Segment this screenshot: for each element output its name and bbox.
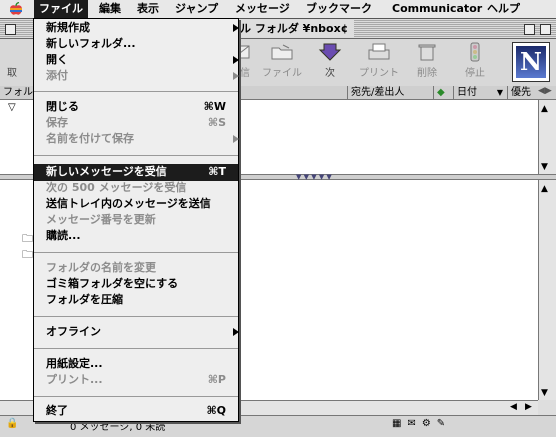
netscape-logo[interactable]: N (512, 42, 550, 82)
menu-item-quit[interactable]: 終了 ⌘Q (46, 403, 234, 419)
menu-item-compress-folder[interactable]: フォルダを圧縮 (46, 292, 123, 308)
scroll-right-arrow-icon[interactable]: ▶ (525, 402, 532, 412)
window-title: ル フォルダ ¥nbox¢ (234, 20, 355, 37)
zoom-box-icon[interactable] (524, 24, 535, 35)
menu-item-close[interactable]: 閉じる ⌘W (46, 99, 234, 115)
toolbar-print-button[interactable]: プリント (353, 42, 405, 79)
toolbar-stop-button[interactable]: 停止 (449, 42, 501, 79)
menu-item-empty-trash[interactable]: ゴミ箱フォルダを空にする (46, 276, 178, 292)
get-mail-icon (0, 42, 25, 62)
preview-scroll-down-icon[interactable]: ▼ (541, 388, 548, 398)
menu-item-send-outbox[interactable]: 送信トレイ内のメッセージを送信 (46, 196, 211, 212)
submenu-arrow-icon (233, 72, 239, 80)
menu-separator (34, 91, 238, 92)
netscape-n-icon: N (516, 46, 546, 78)
printer-icon (368, 43, 390, 60)
toolbar-next-button[interactable]: 次 (304, 42, 356, 79)
submenu-arrow-icon (233, 328, 239, 336)
menu-separator (34, 252, 238, 253)
menu-separator (34, 396, 238, 397)
trash-icon (418, 44, 436, 61)
menu-go[interactable]: ジャンプ (170, 0, 223, 18)
submenu-arrow-icon (233, 56, 239, 64)
column-date[interactable]: 日付 ▼ (453, 86, 507, 100)
scroll-left-arrow-icon[interactable]: ◀ (510, 402, 517, 412)
collapse-box-icon[interactable] (540, 24, 551, 35)
submenu-arrow-icon (233, 135, 239, 143)
submenu-arrow-icon (233, 24, 239, 32)
menu-item-print[interactable]: プリント... ⌘P (46, 372, 234, 388)
folder-expand-triangle-icon[interactable]: ▽ (8, 102, 16, 113)
menu-separator (34, 348, 238, 349)
menu-message[interactable]: メッセージ (230, 0, 295, 18)
next-arrow-icon (318, 43, 342, 61)
menu-item-page-setup[interactable]: 用紙設定... (46, 356, 103, 372)
menu-view[interactable]: 表示 (132, 0, 164, 18)
menu-item-get-new-messages[interactable]: 新しいメッセージを受信 ⌘T (46, 164, 234, 180)
stop-light-icon (470, 42, 480, 62)
preview-scrollbar[interactable] (538, 180, 556, 400)
component-bar-icons[interactable]: ▦✉⚙✎ (392, 418, 451, 429)
menu-separator (34, 155, 238, 156)
security-lock-icon[interactable]: 🔒 (6, 418, 18, 429)
menu-item-open[interactable]: 開く (46, 52, 239, 68)
menu-item-save[interactable]: 保存 ⌘S (46, 115, 234, 131)
diamond-icon: ◆ (437, 87, 445, 98)
apple-menu-icon[interactable] (8, 2, 24, 16)
menu-item-new[interactable]: 新規作成 (46, 20, 239, 36)
toolbar-delete-button[interactable]: 削除 (401, 42, 453, 79)
sort-triangle-icon: ▼ (496, 88, 503, 97)
column-picker-icon[interactable]: ◀▶ (538, 86, 552, 96)
menu-file[interactable]: ファイル (34, 0, 88, 18)
menu-item-subscribe[interactable]: 購読... (46, 228, 81, 244)
menu-item-new-folder[interactable]: 新しいフォルダ... (46, 36, 136, 52)
scroll-up-arrow-icon[interactable]: ▲ (541, 104, 548, 114)
menu-bookmarks[interactable]: ブックマーク (301, 0, 377, 18)
preview-scroll-up-icon[interactable]: ▲ (541, 184, 548, 194)
column-sender[interactable]: 宛先/差出人 (347, 86, 433, 100)
file-folder-icon (271, 44, 293, 60)
menu-item-save-as[interactable]: 名前を付けて保存 (46, 131, 239, 147)
menu-help[interactable]: ヘルプ (482, 0, 525, 18)
menu-item-offline[interactable]: オフライン (46, 324, 239, 340)
menu-communicator[interactable]: Communicator (387, 0, 487, 18)
folder-icon-2[interactable]: 🗀 (22, 246, 33, 265)
menu-separator (34, 316, 238, 317)
menu-item-rename-folder[interactable]: フォルダの名前を変更 (46, 260, 156, 276)
menu-edit[interactable]: 編集 (94, 0, 126, 18)
menu-item-get-next-500[interactable]: 次の 500 メッセージを受信 (46, 180, 186, 196)
column-priority[interactable]: 優先 (507, 86, 538, 100)
menu-item-update-message-count[interactable]: メッセージ番号を更新 (46, 212, 156, 228)
close-box-icon[interactable] (5, 24, 16, 35)
scroll-down-arrow-icon[interactable]: ▼ (541, 162, 548, 172)
menu-item-attach[interactable]: 添付 (46, 68, 239, 84)
toolbar-file-button[interactable]: ファイル (256, 42, 308, 79)
column-unread-icon[interactable]: ◆ (433, 86, 453, 100)
